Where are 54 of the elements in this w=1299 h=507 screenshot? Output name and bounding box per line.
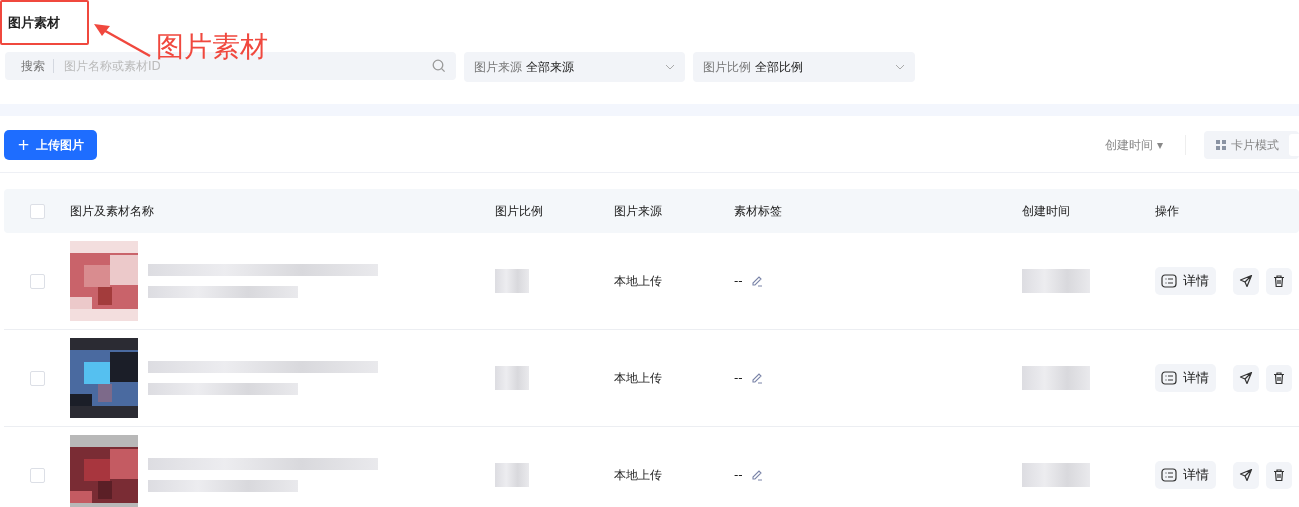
chevron-down-icon: [895, 64, 905, 70]
annotation-arrow: [92, 22, 152, 58]
table-cell: 本地上传: [614, 466, 662, 484]
blurred-text: [1022, 269, 1090, 293]
chevron-down-icon: [665, 64, 675, 70]
search-label: 搜索: [21, 57, 45, 75]
send-button[interactable]: [1232, 461, 1259, 489]
table-cell: --: [734, 371, 743, 385]
blurred-text: [1022, 463, 1090, 487]
blurred-text: [495, 366, 529, 390]
send-button[interactable]: [1232, 364, 1259, 392]
column-header: 创建时间: [1022, 202, 1070, 220]
detail-button[interactable]: 详情: [1155, 461, 1216, 489]
list-icon: [1161, 468, 1178, 482]
send-icon: [1238, 274, 1253, 288]
table-cell: --: [734, 468, 743, 482]
filter-dropdown[interactable]: 图片比例 全部比例: [693, 52, 915, 82]
delete-button[interactable]: [1265, 461, 1292, 489]
column-header: 图片比例: [495, 202, 543, 220]
detail-button[interactable]: 详情: [1155, 364, 1216, 392]
detail-button[interactable]: 详情: [1155, 267, 1216, 295]
table-cell: 本地上传: [614, 272, 662, 290]
row-checkbox[interactable]: [29, 273, 45, 289]
trash-icon: [1271, 468, 1286, 482]
row-checkbox[interactable]: [29, 370, 45, 386]
table-cell: 本地上传: [614, 369, 662, 387]
column-header: 操作: [1155, 202, 1179, 220]
table-cell: --: [734, 274, 743, 288]
pencil-icon[interactable]: [750, 275, 763, 287]
send-icon: [1238, 371, 1253, 385]
delete-button[interactable]: [1265, 364, 1292, 392]
search-icon[interactable]: [432, 59, 446, 73]
trash-icon: [1271, 274, 1286, 288]
row-checkbox[interactable]: [29, 467, 45, 483]
delete-button[interactable]: [1265, 267, 1292, 295]
column-header: 图片及素材名称: [70, 202, 154, 220]
select-all-checkbox[interactable]: [29, 203, 45, 219]
trash-icon: [1271, 371, 1286, 385]
list-icon: [1161, 371, 1178, 385]
blurred-text: [1022, 366, 1090, 390]
pencil-icon[interactable]: [750, 372, 763, 384]
column-header: 素材标签: [734, 202, 782, 220]
blurred-text: [495, 269, 529, 293]
upload-button[interactable]: + 上传图片: [4, 130, 97, 160]
column-header: 图片来源: [614, 202, 662, 220]
send-icon: [1238, 468, 1253, 482]
sort-dropdown[interactable]: 创建时间 ▾: [1105, 136, 1163, 154]
page-title: 图片素材: [8, 14, 60, 32]
filter-dropdown[interactable]: 图片来源 全部来源: [464, 52, 685, 82]
list-icon: [1161, 274, 1178, 288]
blurred-text: [495, 463, 529, 487]
grid-icon: [1216, 140, 1226, 150]
pencil-icon[interactable]: [750, 469, 763, 481]
send-button[interactable]: [1232, 267, 1259, 295]
